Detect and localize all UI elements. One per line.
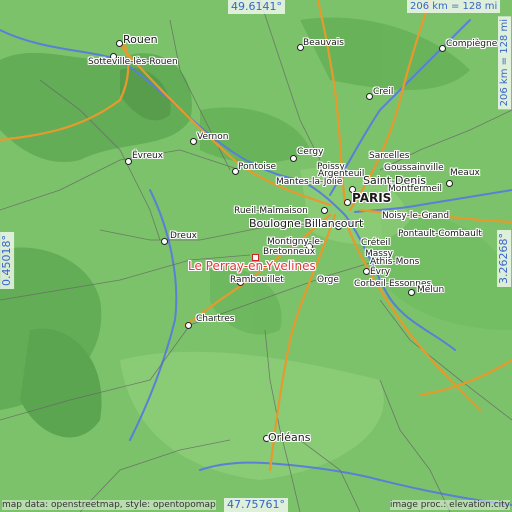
marker-melun — [408, 289, 415, 296]
place-label: Orléans — [268, 431, 311, 444]
place-label: Sotteville-lès-Rouen — [88, 57, 178, 67]
marker-evry — [363, 268, 370, 275]
bottom-latitude: 47.75761° — [224, 498, 288, 512]
place-label: Mantes-la-Jolie — [276, 177, 343, 187]
marker-paris — [344, 199, 351, 206]
place-label: PARIS — [352, 191, 392, 205]
place-label: Chartres — [196, 314, 235, 324]
place-label: Beauvais — [303, 38, 344, 48]
marker-rouen — [116, 40, 123, 47]
marker-creil — [366, 93, 373, 100]
left-longitude: 0.45018° — [0, 232, 15, 289]
marker-compiegne — [439, 45, 446, 52]
place-label: Cergy — [297, 147, 324, 157]
attribution-image-processing: image proc.: elevation.city — [389, 500, 510, 510]
place-label: Noisy-le-Grand — [382, 211, 450, 221]
focus-place-label[interactable]: Le Perray-en-Yvelines — [188, 260, 316, 272]
attribution-map-data: map data: openstreetmap, style: opentopo… — [2, 500, 216, 510]
place-label: Orge — [317, 275, 339, 285]
place-label: Rambouillet — [230, 275, 284, 285]
place-label: Goussainville — [384, 163, 444, 173]
place-label: Vernon — [197, 132, 229, 142]
place-label: Dreux — [170, 231, 197, 241]
marker-evreux — [125, 158, 132, 165]
place-label: Melun — [417, 285, 445, 295]
marker-cergy — [290, 155, 297, 162]
place-label: Évreux — [132, 151, 164, 161]
place-label: Bretonneux — [263, 247, 316, 257]
place-label: Compiègne — [446, 39, 498, 49]
place-label: Athis-Mons — [370, 257, 420, 267]
place-label: Sarcelles — [369, 151, 410, 161]
place-label: Montfermeil — [388, 184, 443, 194]
marker-rueil — [321, 207, 328, 214]
right-longitude: 3.26268° — [497, 230, 512, 287]
place-label: Boulogne-Billancourt — [249, 217, 364, 230]
top-latitude: 49.6141° — [228, 0, 285, 15]
scale-horizontal: 206 km = 128 mi — [407, 0, 501, 13]
place-label: Creil — [373, 87, 394, 97]
place-label: Argenteuil — [318, 169, 365, 179]
place-label: Pontoise — [238, 162, 277, 172]
topographic-map[interactable]: 49.6141° 47.75761° 0.45018° 3.26268° 206… — [0, 0, 512, 512]
marker-dreux — [161, 238, 168, 245]
place-label: Rouen — [123, 33, 158, 46]
place-label: Montigny-le- — [267, 237, 324, 247]
place-label: Rueil-Malmaison — [234, 206, 308, 216]
place-label: Évry — [370, 267, 391, 277]
marker-meaux — [446, 180, 453, 187]
marker-chartres — [185, 322, 192, 329]
place-label: Pontault-Combault — [398, 229, 482, 239]
place-label: Créteil — [361, 238, 391, 248]
marker-vernon — [190, 138, 197, 145]
scale-vertical: 206 km = 128 mi — [498, 16, 511, 110]
place-label: Meaux — [450, 168, 480, 178]
